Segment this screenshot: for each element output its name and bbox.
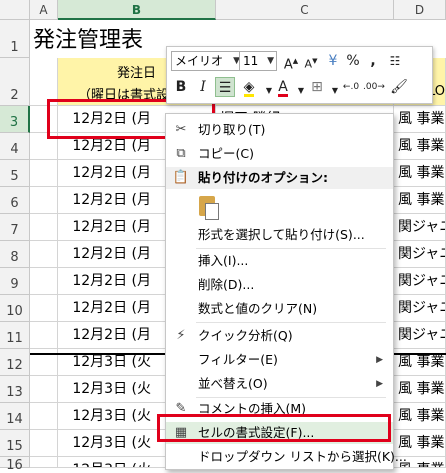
- cell-a[interactable]: [30, 187, 58, 214]
- menu-item-quick-analysis[interactable]: ⚡ クイック分析(Q): [166, 325, 393, 347]
- row-header-6[interactable]: 6: [0, 187, 30, 214]
- fill-color-icon[interactable]: ◈: [239, 77, 259, 97]
- cell-d[interactable]: 風 事業: [394, 133, 446, 160]
- copy-icon: ⧉: [176, 146, 186, 161]
- paste-button-icon[interactable]: [196, 194, 222, 222]
- increase-decimal-icon[interactable]: ←.0: [341, 77, 361, 97]
- cell-d[interactable]: 風 事業: [394, 403, 446, 430]
- row-header-13[interactable]: 13: [0, 376, 30, 403]
- format-cells-highlight: [157, 414, 391, 442]
- shrink-font-icon[interactable]: A▼: [301, 51, 321, 71]
- submenu-arrow-icon: ▶: [376, 379, 383, 389]
- cell-a[interactable]: [30, 457, 58, 468]
- row-header-4[interactable]: 4: [0, 133, 30, 160]
- chevron-down-icon: ▼: [267, 56, 274, 66]
- bold-button[interactable]: B: [171, 77, 191, 97]
- row-header-11[interactable]: 11: [0, 322, 30, 349]
- italic-button[interactable]: I: [193, 77, 213, 97]
- menu-item-insert[interactable]: 挿入(I)...: [166, 250, 393, 272]
- decrease-decimal-icon[interactable]: .00→: [363, 77, 385, 97]
- row-header-12[interactable]: 12: [0, 349, 30, 376]
- select-all-corner[interactable]: [0, 0, 30, 20]
- format-painter-icon[interactable]: 🖌: [389, 77, 409, 97]
- row-header-14[interactable]: 14: [0, 403, 30, 430]
- menu-item-paste-special[interactable]: 形式を選択して貼り付け(S)...: [166, 224, 393, 246]
- column-header-d[interactable]: D: [394, 0, 446, 20]
- cell-d[interactable]: 関ジャニ: [394, 214, 446, 241]
- submenu-arrow-icon: ▶: [376, 355, 383, 365]
- menu-item-filter[interactable]: フィルター(E) ▶: [166, 349, 393, 371]
- cell-a[interactable]: [30, 403, 58, 430]
- row-header-8[interactable]: 8: [0, 241, 30, 268]
- scissors-icon: ✂: [175, 122, 187, 137]
- cell-a[interactable]: [30, 376, 58, 403]
- paste-icon: 📋: [172, 170, 190, 185]
- cell-d[interactable]: 関ジャニ: [394, 322, 446, 349]
- row-header-10[interactable]: 10: [0, 295, 30, 322]
- borders-icon[interactable]: ⊞: [307, 77, 327, 97]
- quick-analysis-icon: ⚡: [176, 328, 186, 343]
- menu-item-sort[interactable]: 並べ替え(O) ▶: [166, 373, 393, 395]
- cell-d[interactable]: 風 事業: [394, 376, 446, 403]
- mini-toolbar: メイリオ ▼ 11 ▼ A▲ A▼ ¥ % , ☷ B I ☰ ◈ ▼ A ▼ ⊞ …: [166, 46, 433, 104]
- grow-font-icon[interactable]: A▲: [281, 51, 301, 72]
- sheet-title: 発注管理表: [33, 28, 144, 53]
- cell-a[interactable]: [30, 322, 58, 349]
- cell-d[interactable]: 風 事業: [394, 160, 446, 187]
- row-header-2[interactable]: 2: [0, 58, 30, 106]
- menu-item-delete[interactable]: 削除(D)...: [166, 274, 393, 296]
- cell-a[interactable]: [30, 430, 58, 457]
- row-header-1[interactable]: 1: [0, 20, 30, 58]
- accounting-format-icon[interactable]: ¥: [323, 51, 343, 71]
- row-header-3[interactable]: 3: [0, 106, 30, 133]
- font-size-select[interactable]: 11 ▼: [239, 51, 277, 71]
- row-header-9[interactable]: 9: [0, 268, 30, 295]
- cell-d[interactable]: 風 事業: [394, 106, 446, 133]
- row-header-15[interactable]: 15: [0, 430, 30, 457]
- cell-a[interactable]: [30, 214, 58, 241]
- menu-item-pick-from-list[interactable]: ドロップダウン リストから選択(K)...: [166, 446, 407, 468]
- menu-item-copy[interactable]: ⧉ コピー(C): [166, 143, 393, 165]
- row-header-5[interactable]: 5: [0, 160, 30, 187]
- cell-a[interactable]: [30, 268, 58, 295]
- cell-d[interactable]: 風 事業: [394, 187, 446, 214]
- center-align-icon[interactable]: ☰: [215, 77, 235, 97]
- font-name-select[interactable]: メイリオ ▼: [171, 51, 243, 71]
- cell-a[interactable]: [30, 295, 58, 322]
- column-header-b[interactable]: B: [58, 0, 216, 20]
- menu-item-cut[interactable]: ✂ 切り取り(T): [166, 119, 393, 141]
- cell-d[interactable]: 関ジャニ: [394, 241, 446, 268]
- percent-style-button[interactable]: %: [343, 51, 363, 71]
- format-table-icon[interactable]: ☷: [385, 51, 405, 71]
- cell-a[interactable]: [30, 160, 58, 187]
- column-header-c[interactable]: C: [216, 0, 394, 20]
- cell-a[interactable]: [30, 241, 58, 268]
- row-header-16[interactable]: 16: [0, 457, 30, 473]
- column-header-a[interactable]: A: [30, 0, 58, 20]
- comma-style-button[interactable]: ,: [363, 51, 383, 71]
- cell-d[interactable]: 関ジャニ: [394, 295, 446, 322]
- menu-section-paste-options: 📋 貼り付けのオプション:: [166, 167, 393, 189]
- font-color-icon[interactable]: A: [273, 77, 293, 97]
- menu-item-clear-contents[interactable]: 数式と値のクリア(N): [166, 298, 393, 320]
- row-header-7[interactable]: 7: [0, 214, 30, 241]
- cell-d[interactable]: 関ジャニ: [394, 268, 446, 295]
